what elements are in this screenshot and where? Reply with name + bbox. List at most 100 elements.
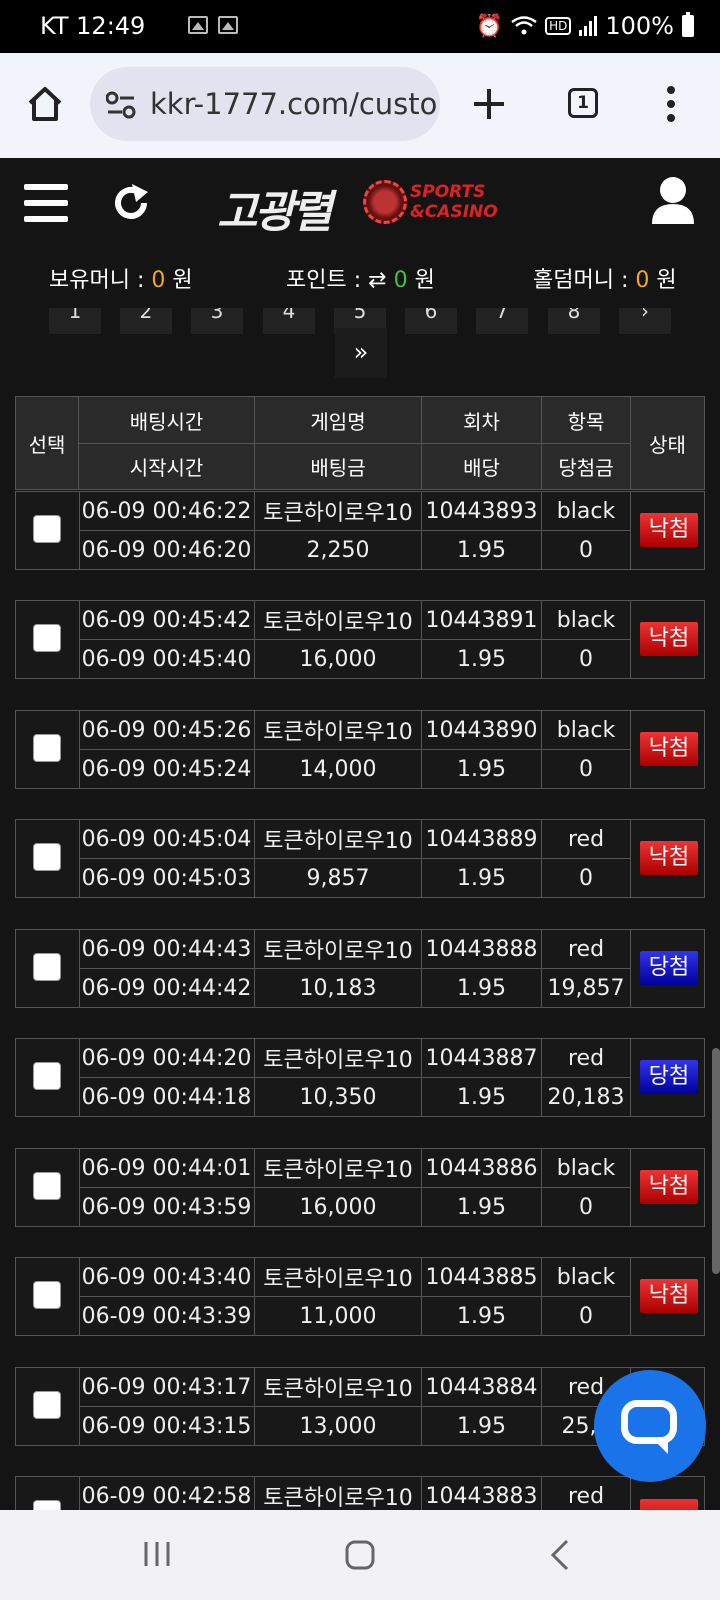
round-number: 10443890 (422, 711, 542, 749)
row-checkbox[interactable] (33, 1172, 61, 1200)
start-time: 06-09 00:45:03 (79, 859, 255, 897)
status-time: KT 12:49 (40, 12, 146, 40)
holdem-money: 홀덤머니 : 0 원 (533, 262, 677, 294)
odds: 1.95 (422, 750, 542, 788)
point-money[interactable]: 포인트 : ⇄ 0 원 (286, 262, 435, 294)
tab-switcher-button[interactable]: 1 (568, 88, 598, 118)
row-checkbox[interactable] (33, 953, 61, 981)
home-icon[interactable] (26, 85, 64, 123)
scrollbar-thumb[interactable] (712, 1048, 720, 1274)
bet-amount: 11,000 (255, 1297, 422, 1335)
table-row: 06-09 00:45:42 06-09 00:45:40 토큰하이로우10 1… (15, 600, 705, 679)
more-menu-icon[interactable] (666, 85, 676, 123)
odds: 1.95 (422, 969, 542, 1007)
start-time: 06-09 00:43:15 (79, 1407, 255, 1445)
bet-item: red (542, 930, 631, 968)
gallery-notification-icon (218, 16, 238, 34)
gallery-notification-icon (188, 16, 208, 34)
logo-subtitle: SPORTS &CASINO (410, 182, 498, 222)
header-odds: 배당 (422, 443, 542, 489)
menu-icon[interactable] (24, 184, 68, 222)
point-unit: 원 (414, 268, 435, 293)
recent-apps-icon[interactable] (142, 1540, 172, 1568)
table-row: 06-09 00:44:01 06-09 00:43:59 토큰하이로우10 1… (15, 1148, 705, 1227)
game-name: 토큰하이로우10 (255, 1039, 422, 1077)
row-checkbox[interactable] (33, 1281, 61, 1309)
holdem-unit: 원 (656, 268, 677, 293)
page-button[interactable]: 4 (263, 308, 315, 334)
bet-time: 06-09 00:44:43 (79, 930, 255, 968)
battery-icon (682, 12, 694, 37)
page-button[interactable]: 7 (476, 308, 528, 334)
start-time: 06-09 00:45:40 (79, 640, 255, 678)
header-win-amount: 당첨금 (542, 443, 631, 489)
bet-amount: 16,000 (255, 640, 422, 678)
wifi-icon (511, 16, 537, 35)
balance-bar: 보유머니 : 0 원 포인트 : ⇄ 0 원 홀덤머니 : 0 원 (0, 258, 720, 308)
round-number: 10443891 (422, 601, 542, 639)
status-badge: 낙첨 (640, 513, 698, 547)
logo-casino: &CASINO (410, 202, 498, 222)
point-label: 포인트 : (286, 268, 362, 293)
row-checkbox[interactable] (33, 1391, 61, 1419)
holdem-label: 홀덤머니 : (533, 268, 629, 293)
header-start-time: 시작시간 (79, 443, 255, 489)
refresh-icon[interactable] (110, 182, 152, 224)
status-badge: 당첨 (640, 1060, 698, 1094)
address-bar[interactable]: kkr-1777.com/custom (90, 67, 440, 141)
header-bet-amount: 배팅금 (255, 443, 422, 489)
logo-emblem-icon (363, 180, 407, 224)
url-text: kkr-1777.com/custom (150, 87, 440, 121)
row-checkbox[interactable] (33, 734, 61, 762)
exchange-icon[interactable]: ⇄ (368, 268, 386, 293)
table-row: 06-09 00:44:43 06-09 00:44:42 토큰하이로우10 1… (15, 929, 705, 1008)
row-checkbox[interactable] (33, 1062, 61, 1090)
user-icon[interactable] (650, 176, 696, 224)
bet-amount: 9,857 (255, 859, 422, 897)
holding-money: 보유머니 : 0 원 (49, 262, 193, 294)
system-navigation-bar (0, 1510, 720, 1600)
signal-icon (579, 16, 598, 36)
odds: 1.95 (422, 1407, 542, 1445)
row-checkbox[interactable] (33, 843, 61, 871)
page-button[interactable]: 6 (405, 308, 457, 334)
bet-time: 06-09 00:44:20 (79, 1039, 255, 1077)
start-time: 06-09 00:45:24 (79, 750, 255, 788)
header-bet-time: 배팅시간 (79, 397, 255, 443)
header-status: 상태 (649, 432, 686, 457)
row-checkbox[interactable] (33, 515, 61, 543)
win-amount: 0 (542, 750, 631, 788)
page-button[interactable]: 8 (548, 308, 600, 334)
home-nav-icon[interactable] (344, 1539, 376, 1571)
table-row: 06-09 00:45:04 06-09 00:45:03 토큰하이로우10 9… (15, 819, 705, 898)
new-tab-icon[interactable] (472, 87, 506, 121)
point-value: 0 (393, 268, 408, 293)
page-button[interactable]: 2 (120, 308, 172, 334)
game-name: 토큰하이로우10 (255, 1149, 422, 1187)
bet-amount: 2,250 (255, 531, 422, 569)
last-page-button[interactable]: » (335, 328, 387, 378)
game-name: 토큰하이로우10 (255, 492, 422, 530)
win-amount: 0 (542, 1188, 631, 1226)
win-amount: 0 (542, 1297, 631, 1335)
page-button[interactable]: 3 (191, 308, 243, 334)
back-icon[interactable] (550, 1539, 570, 1571)
bet-item: black (542, 1258, 631, 1296)
start-time: 06-09 00:46:20 (79, 531, 255, 569)
start-time: 06-09 00:43:39 (79, 1297, 255, 1335)
status-badge: 낙첨 (640, 622, 698, 656)
table-row: 06-09 00:46:22 06-09 00:46:20 토큰하이로우10 2… (15, 491, 705, 570)
holding-label: 보유머니 : (49, 268, 145, 293)
table-row: 06-09 00:43:40 06-09 00:43:39 토큰하이로우10 1… (15, 1257, 705, 1336)
win-amount: 0 (542, 640, 631, 678)
next-page-button[interactable]: › (619, 308, 671, 334)
site-settings-icon[interactable] (106, 91, 136, 119)
page-button[interactable]: 1 (49, 308, 101, 334)
row-checkbox[interactable] (33, 624, 61, 652)
chat-bubble-icon (621, 1400, 677, 1444)
game-name: 토큰하이로우10 (255, 930, 422, 968)
holdem-value: 0 (635, 268, 650, 293)
chat-button[interactable] (594, 1370, 706, 1482)
header-round: 회차 (422, 397, 542, 443)
bet-item: black (542, 601, 631, 639)
